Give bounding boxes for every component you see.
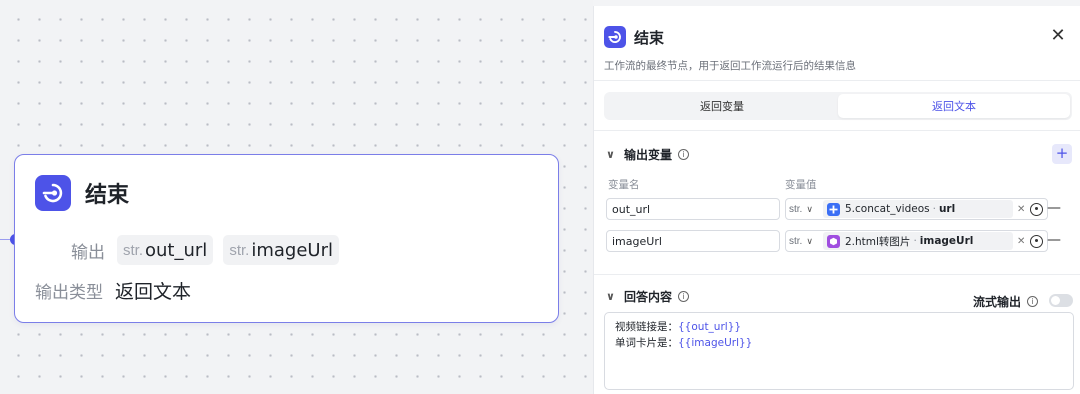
return-mode-tabs: 返回变量 返回文本 bbox=[604, 92, 1072, 120]
divider bbox=[594, 130, 1080, 131]
variable-reference: {{imageUrl}} bbox=[678, 337, 753, 349]
chevron-down-icon: ∨ bbox=[806, 203, 813, 214]
stream-output-text: 流式输出 bbox=[973, 295, 1022, 309]
output-chip: str. imageUrl bbox=[223, 235, 339, 265]
node-output-type-row: 输出类型 返回文本 bbox=[35, 277, 191, 304]
info-icon[interactable]: i bbox=[678, 291, 690, 302]
remove-variable-button[interactable]: — bbox=[1047, 200, 1061, 216]
stream-output-label: 流式输出 i bbox=[973, 293, 1039, 310]
variable-row: out_url str. ∨ 5.concat_videos · url ✕ bbox=[606, 198, 1048, 220]
type-select[interactable]: str. ∨ bbox=[789, 236, 823, 247]
variable-reference-tag: 5.concat_videos · url bbox=[823, 200, 1013, 218]
variable-name-input[interactable]: out_url bbox=[606, 198, 780, 220]
clear-icon[interactable]: ✕ bbox=[1017, 236, 1025, 247]
output-type-label: 输出类型 bbox=[35, 283, 103, 303]
chevron-down-icon: ∨ bbox=[806, 235, 813, 246]
node-config-panel: 结束 ✕ 工作流的最终节点，用于返回工作流运行后的结果信息 返回变量 返回文本 … bbox=[593, 6, 1080, 394]
reference-source: 5.concat_videos bbox=[845, 203, 930, 215]
tab-return-text[interactable]: 返回文本 bbox=[838, 94, 1070, 118]
target-icon[interactable] bbox=[1030, 234, 1044, 248]
output-variables-header[interactable]: ∨ 输出变量 i bbox=[606, 146, 690, 163]
node-output-row: 输出 str. out_url str. imageUrl bbox=[71, 235, 349, 265]
chevron-down-icon[interactable]: ∨ bbox=[606, 148, 616, 161]
reference-field: url bbox=[938, 203, 956, 215]
separator: · bbox=[913, 235, 917, 247]
variable-value-field[interactable]: str. ∨ 2.html转图片 · imageUrl ✕ bbox=[785, 230, 1048, 252]
output-name: imageUrl bbox=[251, 239, 333, 261]
variable-reference: {{out_url}} bbox=[678, 321, 742, 333]
panel-title: 结束 bbox=[634, 28, 665, 47]
cube-icon bbox=[827, 234, 840, 248]
info-icon[interactable]: i bbox=[1027, 296, 1039, 307]
output-type-value: 返回文本 bbox=[115, 281, 192, 303]
plugin-icon bbox=[827, 202, 840, 216]
tab-return-variables[interactable]: 返回变量 bbox=[606, 94, 838, 118]
section-title: 回答内容 bbox=[624, 290, 673, 304]
panel-description: 工作流的最终节点，用于返回工作流运行后的结果信息 bbox=[604, 60, 856, 72]
variable-row: imageUrl str. ∨ 2.html转图片 · imageUrl ✕ bbox=[606, 230, 1048, 252]
chevron-down-icon[interactable]: ∨ bbox=[606, 290, 616, 303]
type-label: str. bbox=[789, 235, 803, 247]
answer-content-header[interactable]: ∨ 回答内容 i bbox=[606, 288, 690, 305]
panel-header: 结束 bbox=[604, 26, 664, 48]
output-chip: str. out_url bbox=[117, 235, 214, 265]
variable-reference-tag: 2.html转图片 · imageUrl bbox=[823, 232, 1013, 250]
output-name: out_url bbox=[145, 239, 208, 261]
separator: · bbox=[932, 203, 936, 215]
variable-name-input[interactable]: imageUrl bbox=[606, 230, 780, 252]
stream-output-toggle[interactable] bbox=[1049, 294, 1073, 307]
type-label: str. bbox=[789, 203, 803, 215]
answer-line: 视频链接是：{{out_url}} bbox=[615, 319, 1063, 335]
node-header: 结束 bbox=[35, 175, 129, 211]
connection-line bbox=[0, 239, 10, 240]
end-node[interactable]: 结束 输出 str. out_url str. imageUrl 输出类型 返回… bbox=[14, 154, 559, 323]
answer-text: 单词卡片是： bbox=[615, 337, 678, 349]
answer-text: 视频链接是： bbox=[615, 321, 678, 333]
add-variable-button[interactable]: + bbox=[1052, 144, 1072, 164]
variable-value-field[interactable]: str. ∨ 5.concat_videos · url ✕ bbox=[785, 198, 1048, 220]
target-icon[interactable] bbox=[1030, 202, 1044, 216]
column-header-name: 变量名 bbox=[608, 179, 640, 191]
answer-content-editor[interactable]: 视频链接是：{{out_url}} 单词卡片是：{{imageUrl}} bbox=[604, 312, 1074, 390]
end-node-icon bbox=[35, 175, 71, 211]
type-select[interactable]: str. ∨ bbox=[789, 204, 823, 215]
section-title: 输出变量 bbox=[624, 148, 673, 162]
reference-source: 2.html转图片 bbox=[845, 235, 911, 248]
column-header-value: 变量值 bbox=[785, 179, 817, 191]
remove-variable-button[interactable]: — bbox=[1047, 232, 1061, 248]
close-icon[interactable]: ✕ bbox=[1048, 26, 1068, 46]
divider bbox=[594, 274, 1080, 275]
output-type: str. bbox=[123, 241, 144, 259]
info-icon[interactable]: i bbox=[678, 149, 690, 160]
reference-field: imageUrl bbox=[919, 235, 974, 247]
output-label: 输出 bbox=[71, 242, 105, 263]
node-title: 结束 bbox=[85, 183, 130, 208]
end-node-icon bbox=[604, 26, 626, 48]
output-type: str. bbox=[229, 241, 250, 259]
clear-icon[interactable]: ✕ bbox=[1017, 204, 1025, 215]
answer-line: 单词卡片是：{{imageUrl}} bbox=[615, 335, 1063, 351]
divider bbox=[594, 80, 1080, 81]
